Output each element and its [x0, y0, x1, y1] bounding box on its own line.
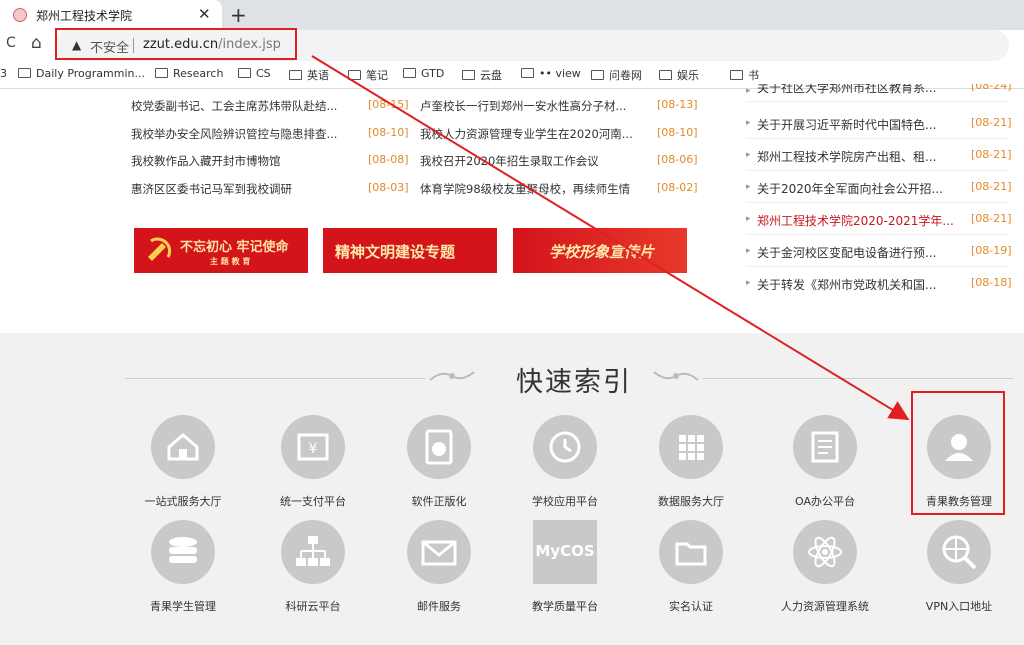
annotation-arrow	[311, 55, 910, 421]
